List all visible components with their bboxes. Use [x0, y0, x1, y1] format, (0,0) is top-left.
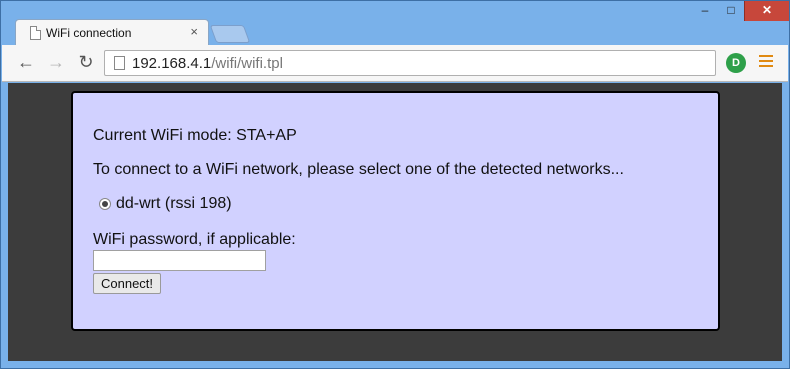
network-label: dd-wrt (rssi 198) — [116, 195, 232, 212]
menu-icon[interactable] — [759, 55, 773, 69]
page-icon — [30, 26, 41, 40]
tab-strip: WiFi connection × – □ ✕ — [1, 1, 789, 46]
address-bar[interactable]: 192.168.4.1/wifi/wifi.tpl — [104, 50, 716, 76]
forward-arrow-icon[interactable]: → — [46, 53, 66, 73]
tab-wifi-connection[interactable]: WiFi connection × — [15, 19, 209, 46]
close-tab-icon[interactable]: × — [190, 24, 198, 39]
new-tab-button[interactable] — [209, 25, 251, 43]
password-input[interactable] — [93, 250, 266, 271]
maximize-button[interactable]: □ — [718, 1, 744, 21]
network-option[interactable]: dd-wrt (rssi 198) — [99, 195, 698, 213]
close-window-button[interactable]: ✕ — [744, 1, 789, 21]
password-label: WiFi password, if applicable: — [93, 231, 296, 248]
back-arrow-icon[interactable]: ← — [16, 53, 36, 73]
wifi-panel: Current WiFi mode: STA+AP To connect to … — [71, 91, 720, 331]
instruction-text: To connect to a WiFi network, please sel… — [93, 161, 624, 178]
extension-icon[interactable]: D — [726, 53, 746, 73]
page-icon — [114, 56, 125, 70]
minimize-button[interactable]: – — [692, 1, 718, 21]
network-radio[interactable] — [99, 198, 111, 210]
reload-icon[interactable]: ↻ — [76, 53, 96, 73]
tab-title: WiFi connection — [46, 26, 132, 40]
url-path: /wifi/wifi.tpl — [211, 55, 283, 72]
url-text: 192.168.4.1/wifi/wifi.tpl — [132, 55, 283, 72]
wifi-mode-text: Current WiFi mode: STA+AP — [93, 127, 297, 144]
url-host: 192.168.4.1 — [132, 55, 212, 72]
browser-toolbar: ← → ↻ 192.168.4.1/wifi/wifi.tpl D — [2, 45, 788, 82]
page-viewport: Current WiFi mode: STA+AP To connect to … — [8, 83, 782, 361]
window-controls: – □ ✕ — [692, 1, 789, 21]
connect-button[interactable]: Connect! — [93, 273, 162, 294]
browser-window: WiFi connection × – □ ✕ ← → ↻ 192.168.4.… — [0, 0, 790, 369]
